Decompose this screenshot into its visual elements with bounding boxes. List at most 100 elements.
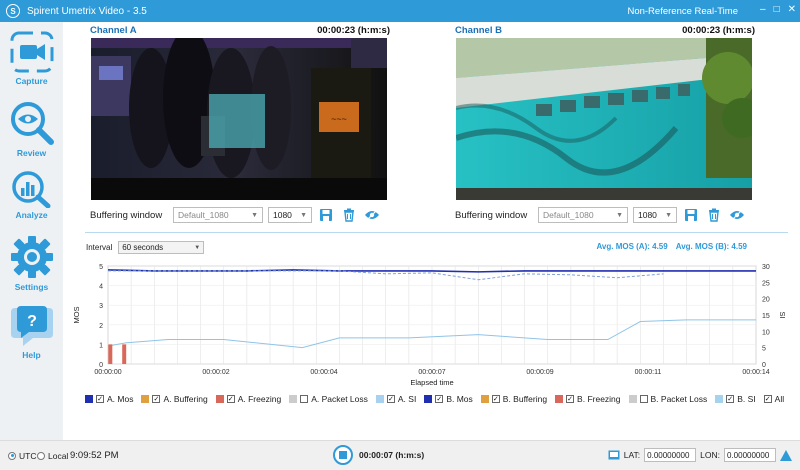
maximize-button[interactable]: □ <box>774 4 780 15</box>
legend-item[interactable]: ✓ B. SI <box>715 394 756 404</box>
buffering-window-select[interactable]: Default_1080 ▼ <box>173 207 263 223</box>
delete-icon[interactable] <box>340 206 358 224</box>
buffering-window-value: Default_1080 <box>178 210 229 220</box>
legend-label: A. Buffering <box>163 394 208 404</box>
legend-swatch <box>375 395 384 403</box>
gear-icon <box>10 236 53 278</box>
sidebar-item-capture[interactable]: Capture <box>0 30 63 86</box>
legend-checkbox[interactable]: ✓ <box>726 395 735 403</box>
interval-value: 60 seconds <box>122 243 164 252</box>
sidebar-item-settings[interactable]: Settings <box>0 234 63 292</box>
legend-item[interactable]: ✓ A. Mos <box>85 394 133 404</box>
minimize-button[interactable]: – <box>760 4 766 15</box>
legend-checkbox[interactable]: ✓ <box>566 395 575 403</box>
channel-a-panel: Channel A 00:00:23 (h:m:s) ~~~ Buffering… <box>90 22 390 224</box>
x-tick-label: 00:00:14 <box>742 369 769 376</box>
legend-label: All <box>774 394 785 404</box>
delete-icon[interactable] <box>705 206 723 224</box>
save-icon[interactable] <box>682 206 700 224</box>
legend-item[interactable]: ✓ A. Buffering <box>141 394 208 404</box>
mos-chart: 0 1 2 3 4 5 0 5 10 15 20 25 30 00:00:00 00:00:02 00:00:… <box>72 264 787 387</box>
interval-select[interactable]: 60 seconds ▼ <box>118 241 205 254</box>
y2-axis-title: SI <box>778 311 787 318</box>
x-axis-title: Elapsed time <box>410 378 453 387</box>
x-tick-label: 00:00:04 <box>310 369 337 376</box>
eye-icon[interactable] <box>363 206 381 224</box>
chevron-down-icon: ▼ <box>616 211 623 219</box>
gps-icon <box>608 450 620 460</box>
section-divider <box>85 232 788 233</box>
buffering-window-value: Default_1080 <box>543 210 594 220</box>
sidebar-item-review[interactable]: Review <box>0 100 63 158</box>
buffering-window-select[interactable]: Default_1080 ▼ <box>538 207 628 223</box>
legend-swatch <box>141 395 150 403</box>
y-tick-label: 1 <box>99 342 103 349</box>
resolution-select[interactable]: 1080 ▼ <box>633 207 677 223</box>
sidebar-item-analyze[interactable]: Analyze <box>0 170 63 220</box>
channel-b-panel: Channel B 00:00:23 (h:m:s) Buffering win… <box>455 22 755 224</box>
close-button[interactable]: ✕ <box>788 4 796 15</box>
sidebar-item-label: Settings <box>14 282 49 292</box>
legend-checkbox[interactable]: ✓ <box>386 395 395 403</box>
buffering-window-label: Buffering window <box>455 209 528 221</box>
channel-a-video[interactable]: ~~~ <box>91 38 387 200</box>
legend-label: B. Mos <box>446 394 473 404</box>
legend-checkbox[interactable]: ✓ <box>435 395 444 403</box>
legend-checkbox[interactable]: ✓ <box>491 395 500 403</box>
legend-item[interactable]: ✓ A. SI <box>375 394 417 404</box>
utc-radio[interactable] <box>8 451 16 460</box>
svg-text:?: ? <box>27 313 37 330</box>
y2-tick-label: 0 <box>762 362 766 369</box>
sidebar-item-help[interactable]: ? Help <box>0 304 63 360</box>
channel-b-video[interactable] <box>456 38 752 200</box>
x-tick-label: 00:00:02 <box>202 369 229 376</box>
legend-swatch <box>628 395 637 403</box>
chevron-down-icon: ▼ <box>251 211 258 219</box>
legend-swatch <box>480 395 489 403</box>
channel-a-time: 00:00:23 (h:m:s) <box>317 24 390 36</box>
channel-a-title: Channel A <box>90 24 137 36</box>
legend-checkbox[interactable]: ✓ <box>96 395 104 403</box>
svg-text:~~~: ~~~ <box>331 114 347 124</box>
legend-label: A. Mos <box>107 394 134 404</box>
legend-item[interactable]: ✓ B. Buffering <box>480 394 548 404</box>
x-tick-label: 00:00:11 <box>635 369 662 376</box>
lat-label: LAT: <box>623 450 641 460</box>
local-radio[interactable] <box>37 451 45 460</box>
legend-label: B. Buffering <box>502 394 548 404</box>
legend-label: B. Packet Loss <box>650 394 708 404</box>
legend-item[interactable]: ✓ B. Mos <box>424 394 473 404</box>
sidebar: Capture Review Analyze Settings ? Help <box>0 22 63 440</box>
sidebar-item-label: Help <box>22 350 41 360</box>
buffering-window-label: Buffering window <box>90 209 163 221</box>
legend-label: A. SI <box>397 394 417 404</box>
sidebar-item-label: Capture <box>15 76 48 86</box>
sidebar-item-label: Review <box>16 148 47 158</box>
local-label: Local <box>48 450 69 461</box>
lon-field: 0.00000000 <box>724 448 776 462</box>
chevron-down-icon: ▼ <box>300 211 307 219</box>
mode-label: Non-Reference Real-Time <box>627 5 738 17</box>
legend-label: B. SI <box>737 394 756 404</box>
y-tick-label: 4 <box>99 284 103 291</box>
legend-label: A. Freezing <box>237 394 282 404</box>
y2-tick-label: 5 <box>762 346 766 353</box>
legend-item[interactable]: ✓ B. Freezing <box>555 394 621 404</box>
sidebar-item-label: Analyze <box>15 210 48 220</box>
y-axis-title: MOS <box>72 306 81 323</box>
legend-item[interactable]: B. Packet Loss <box>628 394 708 404</box>
legend-swatch <box>715 395 724 403</box>
eye-icon[interactable] <box>728 206 746 224</box>
resolution-select[interactable]: 1080 ▼ <box>268 207 312 223</box>
legend-checkbox[interactable]: ✓ <box>763 395 772 403</box>
legend-checkbox[interactable] <box>639 395 648 403</box>
legend-item[interactable]: ✓ A. Freezing <box>215 394 282 404</box>
legend-item[interactable]: ✓ All <box>763 394 785 404</box>
legend-checkbox[interactable] <box>300 395 309 403</box>
legend-checkbox[interactable]: ✓ <box>152 395 161 403</box>
y2-tick-label: 20 <box>762 297 770 304</box>
legend-checkbox[interactable]: ✓ <box>226 395 235 403</box>
stop-button[interactable] <box>333 445 353 465</box>
save-icon[interactable] <box>317 206 335 224</box>
legend-item[interactable]: A. Packet Loss <box>289 394 368 404</box>
